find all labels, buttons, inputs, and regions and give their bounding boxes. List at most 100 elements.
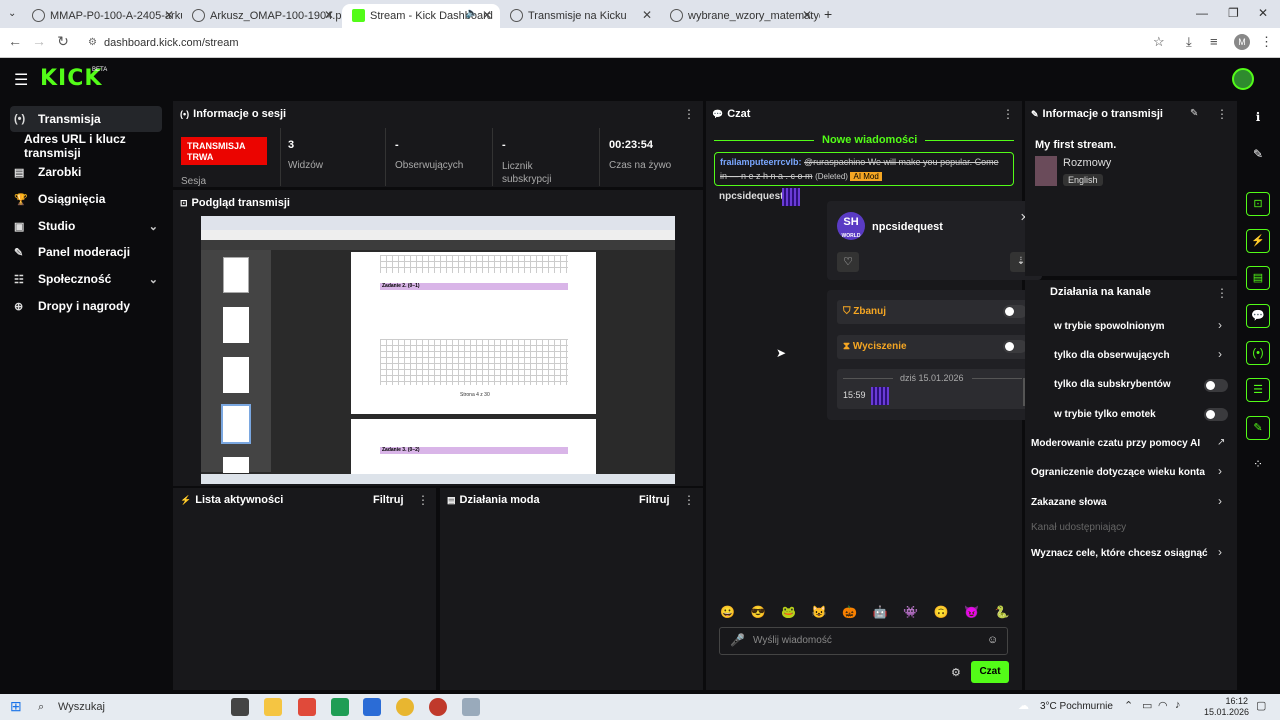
- edit-icon[interactable]: ✎: [1246, 143, 1270, 167]
- forward-icon[interactable]: →: [30, 33, 48, 49]
- tab-close-icon[interactable]: ✕: [164, 8, 174, 22]
- ban-toggle[interactable]: [1003, 305, 1027, 318]
- user-avatar[interactable]: [1232, 68, 1254, 90]
- mod-actions-filter-button[interactable]: Filtruj: [639, 494, 670, 506]
- chevron-right-icon[interactable]: ›: [1218, 464, 1222, 478]
- emoji-picker-icon[interactable]: ☺: [987, 634, 998, 646]
- channel-actions-menu-icon[interactable]: ⋮: [1216, 286, 1228, 300]
- browser-tab-4[interactable]: Transmisje na Kicku ✕: [500, 4, 660, 28]
- slow-mode-label[interactable]: w trybie spowolnionym: [1054, 321, 1165, 332]
- emote-button[interactable]: 🤖: [873, 605, 888, 621]
- emote-button[interactable]: 👾: [903, 605, 918, 621]
- mod-actions-toggle-icon[interactable]: ▤: [1246, 266, 1270, 290]
- site-info-icon[interactable]: ⚙: [88, 33, 97, 53]
- emote-button[interactable]: 🙃: [934, 605, 949, 621]
- reload-icon[interactable]: ↻: [54, 33, 72, 50]
- tab-close-icon[interactable]: ✕: [642, 8, 652, 22]
- spreadsheet-icon[interactable]: [331, 698, 349, 716]
- maximize-button[interactable]: ❐: [1228, 6, 1239, 20]
- sidebar-item-stream-url[interactable]: Adres URL i klucz transmisji: [20, 132, 172, 160]
- volume-icon[interactable]: ♪: [1175, 699, 1181, 711]
- minimize-button[interactable]: —: [1196, 6, 1208, 20]
- browser-tab-1[interactable]: MMAP-P0-100-A-2405-arkusz.p✕: [22, 4, 182, 28]
- document-app-icon[interactable]: [363, 698, 381, 716]
- follow-heart-button[interactable]: ♡: [837, 252, 859, 272]
- goals-label[interactable]: Wyznacz cele, które chcesz osiągnąć: [1031, 548, 1208, 559]
- browser-menu-icon[interactable]: ⋮: [1260, 34, 1273, 50]
- activity-filter-button[interactable]: Filtruj: [373, 494, 404, 506]
- url-field[interactable]: ⚙ dashboard.kick.com/stream: [86, 33, 1176, 53]
- stream-info-toggle-icon[interactable]: ☰: [1246, 378, 1270, 402]
- emote-button[interactable]: 🎃: [842, 605, 857, 621]
- app-icon[interactable]: [298, 698, 316, 716]
- chevron-right-icon[interactable]: ›: [1218, 318, 1222, 332]
- channel-actions-toggle-icon[interactable]: ✎: [1246, 416, 1270, 440]
- emote-button[interactable]: 😀: [720, 605, 735, 621]
- session-toggle-icon[interactable]: (•): [1246, 341, 1270, 365]
- tab-list-chevron-icon[interactable]: ⌄: [8, 8, 16, 19]
- tab-close-icon[interactable]: ✕: [802, 8, 812, 22]
- chrome-icon[interactable]: [396, 698, 414, 716]
- tray-chevron-icon[interactable]: ⌃: [1124, 699, 1133, 712]
- tab-close-icon[interactable]: ✕: [482, 8, 492, 22]
- taskbar-clock[interactable]: 16:12 15.01.2026: [1204, 696, 1249, 718]
- new-tab-button[interactable]: +: [824, 6, 832, 22]
- edit-pencil-icon[interactable]: ✎: [1190, 108, 1198, 119]
- chevron-right-icon[interactable]: ›: [1218, 347, 1222, 361]
- followers-only-label[interactable]: tylko dla obserwujących: [1054, 350, 1170, 361]
- wifi-icon[interactable]: ◠: [1158, 699, 1168, 712]
- activity-toggle-icon[interactable]: ⚡: [1246, 229, 1270, 253]
- taskbar-search[interactable]: ⌕ Wyszukaj: [32, 697, 212, 717]
- bookmark-star-icon[interactable]: ☆: [1153, 34, 1165, 50]
- hamburger-menu-icon[interactable]: ☰: [14, 70, 28, 90]
- stream-info-menu-icon[interactable]: ⋮: [1216, 107, 1228, 121]
- app-icon-3[interactable]: [462, 698, 480, 716]
- emote-button[interactable]: 🐸: [781, 605, 796, 621]
- age-limit-label[interactable]: Ograniczenie dotyczące wieku konta: [1031, 467, 1205, 478]
- browser-tab-5[interactable]: wybrane_wzory_matematyczne✕: [660, 4, 820, 28]
- sidebar-item-panel-moderacji[interactable]: ✎ Panel moderacji: [10, 239, 162, 265]
- sidebar-item-spolecznosc[interactable]: ☷ Społeczność ⌄: [10, 266, 162, 292]
- info-icon[interactable]: ℹ: [1246, 106, 1270, 130]
- mod-actions-menu-icon[interactable]: ⋮: [683, 493, 695, 507]
- emote-button[interactable]: 😈: [964, 605, 979, 621]
- speaker-icon[interactable]: 🔈: [466, 8, 478, 19]
- sidebar-item-transmisja[interactable]: (•) Transmisja: [10, 106, 162, 132]
- notification-icon[interactable]: ▢: [1256, 699, 1266, 712]
- chat-menu-icon[interactable]: ⋮: [1002, 107, 1014, 121]
- preview-toggle-icon[interactable]: ⊡: [1246, 192, 1270, 216]
- external-chart-icon[interactable]: ↗: [1217, 437, 1225, 448]
- emote-button[interactable]: 😺: [812, 605, 827, 621]
- chat-settings-icon[interactable]: ⚙: [951, 666, 961, 679]
- window-close-button[interactable]: ✕: [1258, 6, 1268, 20]
- mute-toggle[interactable]: [1003, 340, 1027, 353]
- sidebar-item-studio[interactable]: ▣ Studio ⌄: [10, 213, 162, 239]
- app-icon-2[interactable]: [429, 698, 447, 716]
- back-icon[interactable]: ←: [6, 33, 24, 49]
- chat-username[interactable]: npcsidequest:: [719, 191, 787, 202]
- task-view-icon[interactable]: [231, 698, 249, 716]
- chevron-right-icon[interactable]: ›: [1218, 545, 1222, 559]
- weather-text[interactable]: 3°C Pochmurnie: [1040, 701, 1113, 712]
- layout-icon[interactable]: ⁘: [1246, 453, 1270, 477]
- browser-tab-2[interactable]: Arkusz_OMAP-100-1904.pdf ✕: [182, 4, 342, 28]
- emote-only-toggle[interactable]: [1204, 408, 1228, 421]
- emote-button[interactable]: 🐍: [995, 605, 1010, 621]
- microphone-icon[interactable]: 🎤: [730, 633, 745, 647]
- banned-words-label[interactable]: Zakazane słowa: [1031, 497, 1107, 508]
- windows-start-icon[interactable]: ⊞: [10, 698, 22, 715]
- download-icon[interactable]: ⤓: [1186, 34, 1192, 50]
- subscribers-only-toggle[interactable]: [1204, 379, 1228, 392]
- file-explorer-icon[interactable]: [264, 698, 282, 716]
- emote-button[interactable]: 😎: [751, 605, 766, 621]
- network-icon[interactable]: ▭: [1142, 699, 1152, 712]
- profile-avatar[interactable]: M: [1234, 34, 1250, 50]
- send-chat-button[interactable]: Czat: [971, 661, 1009, 683]
- tab-close-icon[interactable]: ✕: [324, 8, 334, 22]
- browser-tab-3[interactable]: Stream - Kick Dashboard 🔈 ✕: [342, 4, 500, 28]
- ai-moderation-link[interactable]: Moderowanie czatu przy pomocy AI: [1031, 438, 1200, 449]
- sidebar-item-dropy[interactable]: ⊕ Dropy i nagrody: [10, 293, 162, 319]
- sidebar-item-osiagniecia[interactable]: 🏆 Osiągnięcia: [10, 186, 162, 212]
- chat-toggle-icon[interactable]: 💬: [1246, 304, 1270, 328]
- reading-list-icon[interactable]: ≡: [1210, 34, 1218, 49]
